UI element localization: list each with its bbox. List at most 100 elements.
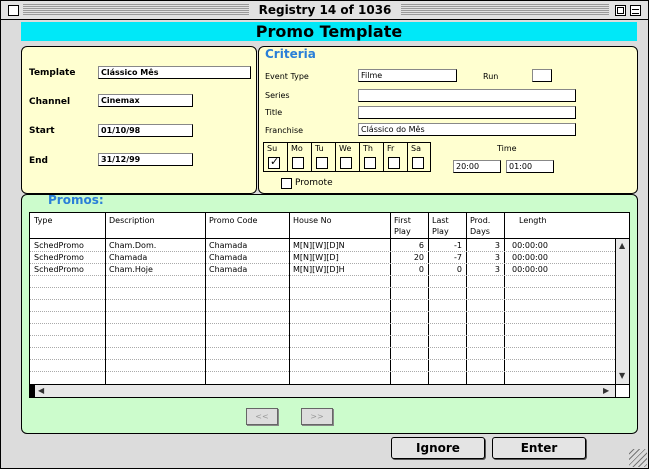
series-field[interactable] (358, 89, 576, 102)
column-header-type[interactable]: Type (34, 215, 52, 226)
row-divider (30, 323, 615, 324)
cell-description: Cham.Hoje (109, 265, 153, 274)
record-window: Registry 14 of 1036 Promo Template Templ… (0, 0, 649, 469)
cell-promo-code: Chamada (209, 241, 248, 250)
title-field[interactable] (358, 106, 576, 119)
saturday-checkbox[interactable] (412, 157, 424, 169)
window-title: Registry 14 of 1036 (249, 3, 401, 17)
start-field[interactable]: 01/10/98 (98, 124, 193, 137)
cell-length: 00:00:00 (512, 241, 548, 250)
title-bar[interactable]: Registry 14 of 1036 (1, 1, 648, 20)
scroll-up-arrow-icon[interactable]: ▲ (619, 241, 625, 250)
cell-promo-code: Chamada (209, 265, 248, 274)
column-header-house-no[interactable]: House No (293, 215, 332, 226)
promote-label: Promote (295, 178, 333, 188)
event-type-field[interactable]: Filme (358, 69, 457, 82)
previous-page-button[interactable]: << (246, 408, 278, 425)
title-stripes-right (401, 4, 609, 16)
template-field[interactable]: Clássico Mês (98, 66, 251, 79)
time-label: Time (497, 144, 517, 153)
table-header: Type Description Promo Code House No Fir… (30, 213, 629, 239)
row-divider (30, 371, 615, 372)
channel-label: Channel (29, 97, 71, 107)
cell-prod-days: 3 (494, 241, 500, 250)
row-divider (30, 275, 615, 276)
day-tuesday: Tu (312, 143, 336, 171)
thursday-checkbox[interactable] (364, 157, 376, 169)
scroll-corner (615, 384, 629, 397)
day-label: Fr (387, 144, 395, 153)
zoom-box-icon[interactable] (615, 5, 626, 16)
scroll-down-arrow-icon[interactable]: ▼ (619, 371, 625, 380)
cell-prod-days: 3 (494, 265, 500, 274)
run-field[interactable] (532, 69, 552, 82)
start-label: Start (29, 126, 55, 136)
event-type-label: Event Type (265, 72, 309, 81)
day-saturday: Sa (408, 143, 432, 171)
scroll-thumb[interactable] (30, 385, 35, 397)
monday-checkbox[interactable] (292, 157, 304, 169)
cell-type: SchedPromo (34, 265, 84, 274)
cell-prod-days: 3 (494, 253, 500, 262)
next-page-button[interactable]: >> (301, 408, 333, 425)
column-header-last-play[interactable]: Last Play (432, 215, 449, 237)
column-header-length[interactable]: Length (519, 215, 547, 226)
end-field[interactable]: 31/12/99 (98, 153, 193, 166)
column-header-prod-days[interactable]: Prod. Days (470, 215, 490, 237)
vertical-scrollbar[interactable]: ▲ ▼ (615, 239, 629, 384)
promote-checkbox[interactable] (281, 178, 292, 189)
run-label: Run (483, 72, 499, 81)
day-label: Su (267, 144, 278, 153)
column-header-first-play[interactable]: First Play (394, 215, 411, 237)
day-label: Th (363, 144, 373, 153)
row-divider (30, 287, 615, 288)
day-wednesday: We (336, 143, 360, 171)
sunday-checkbox[interactable] (268, 155, 280, 169)
collapse-box-icon[interactable] (630, 5, 641, 16)
template-label: Template (29, 68, 76, 78)
cell-house-no: M[N][W][D]H (293, 265, 345, 274)
cell-type: SchedPromo (34, 253, 84, 262)
wednesday-checkbox[interactable] (340, 157, 352, 169)
row-divider (30, 263, 615, 264)
weekday-selector: Su Mo Tu We Th Fr Sa (263, 142, 431, 172)
column-header-description[interactable]: Description (109, 215, 155, 226)
page-title: Promo Template (21, 22, 637, 41)
cell-promo-code: Chamada (209, 253, 248, 262)
franchise-field[interactable]: Clássico do Mês (358, 123, 576, 136)
criteria-title: Criteria (265, 47, 316, 61)
row-divider (30, 359, 615, 360)
horizontal-scrollbar[interactable]: ◀ ▶ (30, 384, 615, 397)
cell-first-play: 6 (418, 241, 424, 250)
column-header-promo-code[interactable]: Promo Code (209, 215, 257, 226)
cell-description: Cham.Dom. (109, 241, 157, 250)
cell-first-play: 20 (413, 253, 424, 262)
cell-length: 00:00:00 (512, 265, 548, 274)
cell-type: SchedPromo (34, 241, 84, 250)
ignore-button[interactable]: Ignore (391, 437, 485, 459)
time-from-field[interactable]: 20:00 (453, 160, 501, 173)
title-stripes-left (23, 4, 249, 16)
close-box-icon[interactable] (8, 5, 19, 16)
promos-title: Promos: (48, 193, 104, 207)
tuesday-checkbox[interactable] (316, 157, 328, 169)
cell-first-play: 0 (418, 265, 424, 274)
time-to-field[interactable]: 01:00 (506, 160, 554, 173)
row-divider (30, 299, 615, 300)
scroll-left-arrow-icon[interactable]: ◀ (38, 386, 44, 395)
row-divider (30, 335, 615, 336)
cell-description: Chamada (109, 253, 148, 262)
cell-last-play: 0 (456, 265, 462, 274)
friday-checkbox[interactable] (388, 157, 400, 169)
enter-button[interactable]: Enter (492, 437, 586, 459)
row-divider (30, 347, 615, 348)
resize-grip-icon[interactable] (629, 449, 647, 467)
cell-last-play: -7 (454, 253, 462, 262)
channel-field[interactable]: Cinemax (98, 94, 193, 107)
cell-last-play: -1 (454, 241, 462, 250)
cell-house-no: M[N][W][D] (293, 253, 339, 262)
scroll-right-arrow-icon[interactable]: ▶ (603, 386, 609, 395)
day-thursday: Th (360, 143, 384, 171)
row-divider (30, 311, 615, 312)
day-label: We (339, 144, 352, 153)
